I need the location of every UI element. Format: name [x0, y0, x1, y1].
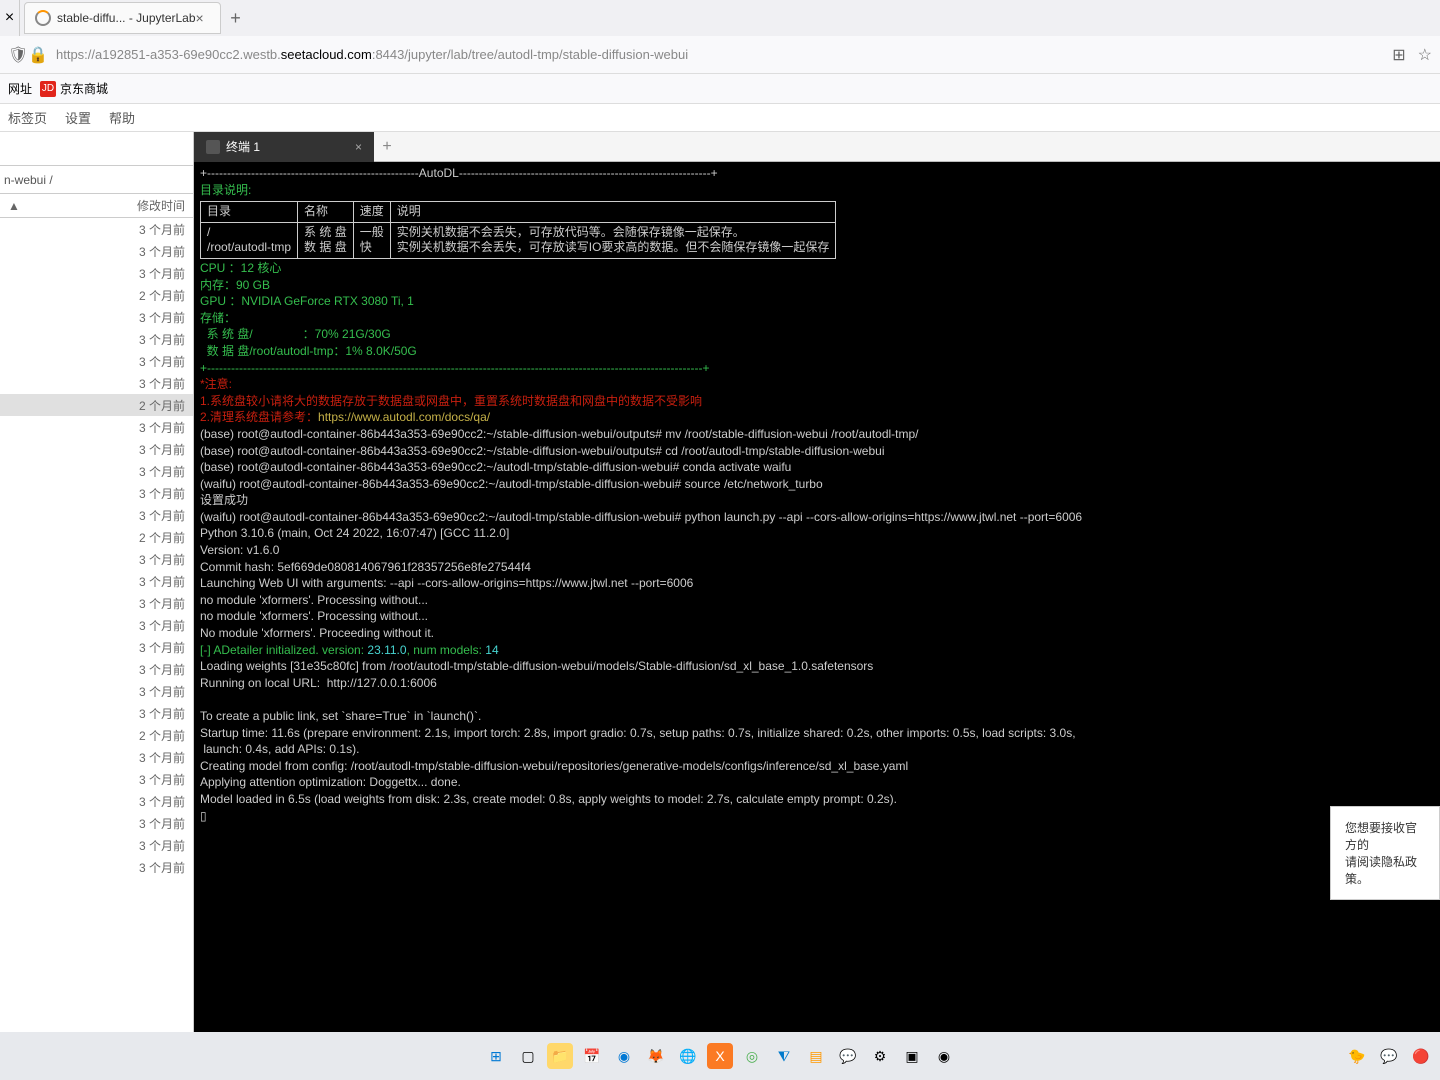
new-tab-button[interactable]: +: [221, 8, 251, 29]
edge-icon[interactable]: ◉: [611, 1043, 637, 1069]
menu-item-tabs[interactable]: 标签页: [8, 108, 47, 127]
file-row[interactable]: 3 个月前: [0, 328, 193, 350]
tray-icon-3[interactable]: 🔴: [1408, 1043, 1434, 1069]
terminal-icon: [206, 140, 220, 154]
file-row[interactable]: 3 个月前: [0, 680, 193, 702]
file-row[interactable]: 3 个月前: [0, 812, 193, 834]
sort-up-icon: ▲: [8, 199, 20, 213]
notif-line1: 您想要接收官方的: [1345, 819, 1425, 853]
file-row[interactable]: 3 个月前: [0, 702, 193, 724]
file-row[interactable]: 3 个月前: [0, 372, 193, 394]
xampp-icon[interactable]: X: [707, 1043, 733, 1069]
obs-icon[interactable]: ◉: [931, 1043, 957, 1069]
jd-icon: JD: [40, 81, 56, 97]
wechat-icon[interactable]: 💬: [835, 1043, 861, 1069]
work-area: 终端 1 × + +------------------------------…: [194, 132, 1440, 1032]
file-row[interactable]: 3 个月前: [0, 636, 193, 658]
url-text[interactable]: https://a192851-a353-69e90cc2.westb.seet…: [56, 47, 1392, 62]
terminal-output[interactable]: +---------------------------------------…: [194, 162, 1440, 1032]
file-row[interactable]: 3 个月前: [0, 218, 193, 240]
file-row[interactable]: 3 个月前: [0, 790, 193, 812]
notification-popup[interactable]: 您想要接收官方的 请阅读隐私政策。: [1330, 806, 1440, 900]
breadcrumb[interactable]: n-webui /: [0, 166, 193, 194]
tray-icon-1[interactable]: 🐤: [1344, 1043, 1370, 1069]
terminal-icon[interactable]: ▣: [899, 1043, 925, 1069]
file-row[interactable]: 3 个月前: [0, 240, 193, 262]
terminal-tab[interactable]: 终端 1 ×: [194, 132, 374, 162]
file-filter-input[interactable]: [0, 141, 192, 156]
explorer-icon[interactable]: 📁: [547, 1043, 573, 1069]
file-row[interactable]: 3 个月前: [0, 306, 193, 328]
file-row[interactable]: 3 个月前: [0, 768, 193, 790]
close-icon[interactable]: ×: [355, 140, 362, 154]
tray-wechat-icon[interactable]: 💬: [1376, 1043, 1402, 1069]
bookmark-item[interactable]: 网址: [8, 80, 32, 97]
browser-tab[interactable]: stable-diffu... - JupyterLab ×: [24, 2, 221, 34]
file-browser-panel: n-webui / ▲ 修改时间 3 个月前3 个月前3 个月前2 个月前3 个…: [0, 132, 194, 1032]
vscode-icon[interactable]: ⧨: [771, 1043, 797, 1069]
jupyter-icon: [35, 10, 51, 26]
file-row[interactable]: 3 个月前: [0, 460, 193, 482]
file-row[interactable]: 3 个月前: [0, 504, 193, 526]
file-row[interactable]: 3 个月前: [0, 614, 193, 636]
task-view-icon[interactable]: ▢: [515, 1043, 541, 1069]
file-row[interactable]: 2 个月前: [0, 526, 193, 548]
firefox-icon[interactable]: 🦊: [643, 1043, 669, 1069]
menu-item-settings[interactable]: 设置: [65, 108, 91, 127]
bookmarks-bar: 网址 JD京东商城: [0, 74, 1440, 104]
file-row[interactable]: 3 个月前: [0, 746, 193, 768]
file-list: 3 个月前3 个月前3 个月前2 个月前3 个月前3 个月前3 个月前3 个月前…: [0, 218, 193, 1032]
file-row[interactable]: 3 个月前: [0, 856, 193, 878]
calendar-icon[interactable]: 📅: [579, 1043, 605, 1069]
file-row[interactable]: 3 个月前: [0, 658, 193, 680]
file-row[interactable]: 2 个月前: [0, 284, 193, 306]
file-row[interactable]: 3 个月前: [0, 350, 193, 372]
jupyter-menubar: 标签页 设置 帮助: [0, 104, 1440, 132]
lock-icon[interactable]: 🔒: [28, 45, 48, 65]
tab-title: stable-diffu... - JupyterLab: [57, 11, 196, 25]
file-row[interactable]: 3 个月前: [0, 438, 193, 460]
file-row[interactable]: 2 个月前: [0, 724, 193, 746]
dock-tabs: 终端 1 × +: [194, 132, 1440, 162]
close-icon[interactable]: ×: [196, 10, 210, 26]
file-row[interactable]: 3 个月前: [0, 570, 193, 592]
file-row[interactable]: 3 个月前: [0, 548, 193, 570]
notif-line2: 请阅读隐私政策。: [1345, 853, 1425, 887]
bookmark-star-icon[interactable]: ☆: [1418, 45, 1432, 65]
column-name[interactable]: ▲: [0, 199, 123, 213]
tab-label: 终端 1: [226, 138, 260, 155]
menu-item-help[interactable]: 帮助: [109, 108, 135, 127]
bookmark-jd[interactable]: JD京东商城: [40, 80, 108, 97]
file-row[interactable]: 3 个月前: [0, 834, 193, 856]
address-bar: 🛡 🔒 https://a192851-a353-69e90cc2.westb.…: [0, 36, 1440, 74]
prev-tab-close-icon[interactable]: ×: [0, 0, 20, 36]
settings-icon[interactable]: ⚙: [867, 1043, 893, 1069]
browser-tab-strip: × stable-diffu... - JupyterLab × +: [0, 0, 1440, 36]
qr-icon[interactable]: ⊞: [1392, 45, 1405, 65]
file-row[interactable]: 2 个月前: [0, 394, 193, 416]
file-row[interactable]: 3 个月前: [0, 482, 193, 504]
notes-icon[interactable]: ▤: [803, 1043, 829, 1069]
file-row[interactable]: 3 个月前: [0, 262, 193, 284]
windows-taskbar: ⊞ ▢ 📁 📅 ◉ 🦊 🌐 X ◎ ⧨ ▤ 💬 ⚙ ▣ ◉ 🐤 💬 🔴: [0, 1032, 1440, 1080]
file-list-header: ▲ 修改时间: [0, 194, 193, 218]
shield-icon[interactable]: 🛡: [8, 45, 28, 65]
file-row[interactable]: 3 个月前: [0, 416, 193, 438]
column-modified[interactable]: 修改时间: [123, 197, 193, 214]
app-icon[interactable]: ◎: [739, 1043, 765, 1069]
add-tab-button[interactable]: +: [374, 138, 400, 156]
file-row[interactable]: 3 个月前: [0, 592, 193, 614]
start-icon[interactable]: ⊞: [483, 1043, 509, 1069]
chrome-icon[interactable]: 🌐: [675, 1043, 701, 1069]
